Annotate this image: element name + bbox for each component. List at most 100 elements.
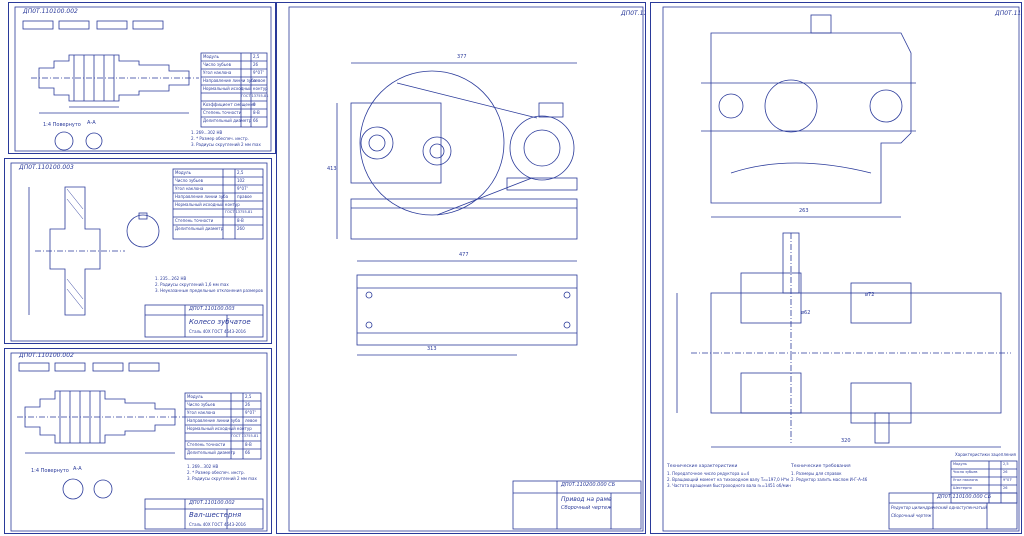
param-val-1: 102 bbox=[237, 178, 245, 183]
table-name-2: Угол наклона bbox=[953, 478, 978, 482]
param-name-2: Угол наклона bbox=[175, 186, 204, 191]
table-val-1: 26 bbox=[1003, 470, 1008, 474]
param-val-3: левое bbox=[245, 418, 258, 423]
table-val-2: 9°07' bbox=[1003, 478, 1013, 482]
dim-320: 320 bbox=[841, 438, 851, 444]
part-title: Колесо зубчатое bbox=[189, 318, 251, 326]
param-val-module: 2,5 bbox=[253, 54, 260, 59]
param-row-accuracy: Степень точности bbox=[203, 110, 242, 115]
param-name-1: Число зубьев bbox=[175, 178, 203, 183]
param-val-5: 8-В bbox=[245, 442, 252, 447]
param-val-accuracy: 8-В bbox=[253, 110, 260, 115]
dim-377: 377 bbox=[457, 54, 467, 60]
table-name-3: Шестерня bbox=[953, 486, 972, 490]
param-val-2: 9°07' bbox=[237, 186, 248, 191]
assembly-title: Привод на раме bbox=[561, 496, 612, 503]
table-name-0: Модуль bbox=[953, 462, 967, 466]
assembly-subtitle: Сборочный чертеж bbox=[891, 513, 932, 518]
sheet-koleso-zubchatoe[interactable]: ДП0Т.110100.003 ДП0Т.110100.003 Колесо з… bbox=[4, 158, 272, 344]
param-name-5: Степень точности bbox=[187, 442, 226, 447]
assembly-title: Редуктор цилиндрический одноступенчатый bbox=[891, 505, 987, 510]
sheet-privod-na-rame[interactable]: ДП0Т.110200.000 СБ 377 477 313 413 ДП0Т.… bbox=[276, 2, 646, 534]
stamp-code-rotated: ДП0Т.110100.002 bbox=[19, 352, 74, 359]
sheet-val-shesternya-top[interactable]: ДП0Т.110100.002 А-А 1:4 Повернуто 1. 269… bbox=[8, 2, 276, 154]
param-name-4: Нормальный исходный контур bbox=[187, 426, 252, 431]
note-1: 1. 269...302 НВ bbox=[187, 464, 219, 469]
tech-3: 3. Частота вращения быстроходного вала n… bbox=[667, 483, 791, 488]
motor-pulley bbox=[509, 115, 575, 181]
note-2: 2. * Размер обеспеч. инстр. bbox=[187, 470, 245, 475]
param-val-angle: 9°07' bbox=[253, 70, 264, 75]
param-row-diameter: Делительный диаметр bbox=[203, 118, 252, 123]
dim-413: 413 bbox=[327, 166, 337, 172]
stamp-code-rotated: ДП0Т.110200.000 СБ bbox=[621, 10, 646, 17]
part-title: Вал-шестерня bbox=[189, 511, 242, 519]
req-title: Технические требования bbox=[791, 464, 851, 469]
assembly-subtitle: Сборочный чертеж bbox=[561, 505, 612, 511]
note-1: 1. 235...262 НВ bbox=[155, 276, 187, 281]
req-2: 2. Редуктор залить маслом И-Г-А-46 bbox=[791, 477, 868, 482]
note-3: 3. Радиусы скруглений 2 мм max bbox=[187, 476, 257, 481]
sheet-val-shesternya-bottom[interactable]: ДП0Т.110100.002 ДП0Т.110100.002 Вал-шест… bbox=[4, 348, 272, 534]
table-val-0: 2,5 bbox=[1003, 462, 1009, 466]
note-2: 2. Радиусы скруглений 1,6 мм max bbox=[155, 282, 229, 287]
param-val-5: 8-В bbox=[237, 218, 244, 223]
param-name-0: Модуль bbox=[187, 394, 203, 399]
param-name-6: Делительный диаметр bbox=[175, 226, 224, 231]
param-val-3: правое bbox=[237, 194, 252, 199]
note-1: 1. 269...302 НВ bbox=[191, 130, 223, 135]
dim-477: 477 bbox=[459, 252, 469, 258]
param-val-teeth: 26 bbox=[253, 62, 259, 67]
param-name-1: Число зубьев bbox=[187, 402, 215, 407]
param-row-shift: Коэффициент смещения bbox=[203, 102, 256, 107]
param-name-6: Делительный диаметр bbox=[187, 450, 236, 455]
param-name-3: Направление линии зуба bbox=[175, 194, 229, 199]
param-val-4: ГОСТ 13755-81 bbox=[225, 210, 253, 214]
param-name-3: Направление линии зуба bbox=[187, 418, 241, 423]
view-label-rotated: 1:4 Повернуто bbox=[43, 122, 81, 128]
tech-title: Технические характеристики bbox=[667, 464, 738, 469]
param-name-2: Угол наклона bbox=[187, 410, 216, 415]
table-val-3: 26 bbox=[1003, 486, 1008, 490]
frame bbox=[350, 198, 578, 240]
param-val-0: 2,5 bbox=[245, 394, 252, 399]
note-3: 3. Радиусы скруглений 2 мм max bbox=[191, 142, 261, 147]
tech-2: 2. Вращающий момент на тихоходном валу T… bbox=[667, 477, 789, 482]
param-row-angle: Угол наклона bbox=[203, 70, 232, 75]
note-3: 3. Неуказанные предельные отклонения раз… bbox=[155, 288, 263, 293]
dim-ø62: ø62 bbox=[801, 310, 811, 316]
view-label-aa: А-А bbox=[73, 466, 82, 472]
param-name-5: Степень точности bbox=[175, 218, 214, 223]
view-label-aa: А-А bbox=[87, 120, 96, 126]
stamp-code-rotated: ДП0Т.110100.002 bbox=[23, 8, 78, 15]
stamp-code-rotated: ДП0Т.110100.000 СБ bbox=[995, 10, 1022, 17]
param-row-direction: Направление линии зуба bbox=[203, 78, 257, 83]
table-name-1: Число зубьев bbox=[953, 470, 978, 474]
param-val-4: ГОСТ 13755-81 bbox=[231, 434, 259, 438]
param-val-6: 260 bbox=[237, 226, 245, 231]
param-val-diameter: 66 bbox=[253, 118, 259, 123]
material: Сталь 40Х ГОСТ 4543-2016 bbox=[189, 522, 246, 527]
stamp-code-rotated: ДП0Т.110100.003 bbox=[19, 164, 74, 171]
table-title: Характеристики зацепления bbox=[955, 452, 1016, 457]
param-val-6: 66 bbox=[245, 450, 251, 455]
param-row-contour: Нормальный исходный контур bbox=[203, 86, 268, 91]
sheet-reduktor[interactable]: ДП0Т.110100.000 СБ 263 320 ø62 ø72 Техни… bbox=[650, 2, 1022, 534]
param-val-direction: левое bbox=[253, 78, 266, 83]
req-1: 1. Размеры для справок bbox=[791, 471, 842, 476]
tech-1: 1. Передаточное число редуктора u=4 bbox=[667, 471, 750, 476]
title-stamp: ДП0Т.110100.000 СБ bbox=[937, 494, 992, 500]
frame-plan bbox=[356, 274, 578, 346]
param-val-1: 26 bbox=[245, 402, 251, 407]
title-stamp: ДП0Т.110100.002 bbox=[189, 500, 235, 506]
big-gear-housing bbox=[359, 70, 505, 216]
param-val-2: 9°07' bbox=[245, 410, 256, 415]
param-row-module: Модуль bbox=[203, 54, 219, 59]
dim-313: 313 bbox=[427, 346, 437, 352]
param-val-0: 2,5 bbox=[237, 170, 244, 175]
param-val-shift: 0 bbox=[253, 102, 256, 107]
title-stamp: ДП0Т.110100.003 bbox=[189, 306, 235, 312]
reducer-side-view bbox=[710, 32, 912, 204]
title-stamp: ДП0Т.110200.000 СБ bbox=[561, 482, 616, 488]
param-name-0: Модуль bbox=[175, 170, 191, 175]
